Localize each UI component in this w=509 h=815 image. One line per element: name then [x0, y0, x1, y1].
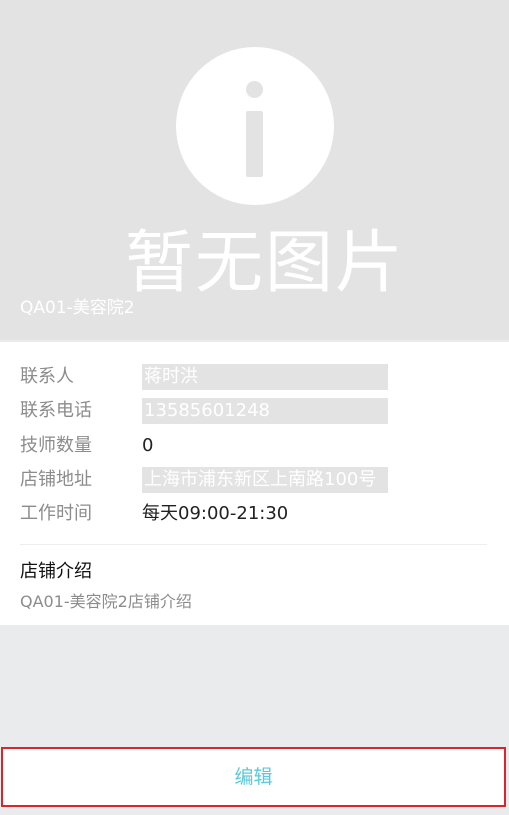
store-intro-title: 店铺介绍 [20, 561, 92, 582]
store-detail-page: 暂无图片 QA01-美容院2 联系人 蒋时洪 联系电话 13585601248 … [0, 0, 509, 815]
store-address-label: 店铺地址 [20, 469, 92, 490]
section-divider [20, 544, 487, 545]
contact-person-value: 蒋时洪 [142, 364, 388, 390]
edit-button[interactable]: 编辑 [1, 747, 506, 807]
store-address-value: 上海市浦东新区上南路100号 [142, 467, 388, 493]
contact-phone-label: 联系电话 [20, 400, 92, 421]
technician-count-label: 技师数量 [20, 435, 92, 456]
store-info-card: 联系人 蒋时洪 联系电话 13585601248 技师数量 0 店铺地址 上海市… [0, 342, 509, 625]
technician-count-value: 0 [142, 435, 154, 456]
info-icon-dot [246, 81, 263, 98]
info-icon-stem [246, 111, 263, 177]
store-intro-text: QA01-美容院2店铺介绍 [20, 592, 192, 611]
contact-phone-value: 13585601248 [142, 398, 388, 424]
no-image-text: 暂无图片 [124, 224, 405, 303]
store-name: QA01-美容院2 [20, 298, 135, 318]
store-image-placeholder: 暂无图片 QA01-美容院2 [0, 0, 509, 340]
working-hours-label: 工作时间 [20, 503, 92, 524]
contact-person-label: 联系人 [20, 366, 74, 387]
edit-button-label: 编辑 [234, 766, 273, 788]
info-icon [176, 47, 334, 205]
working-hours-value: 每天09:00-21:30 [142, 503, 289, 524]
